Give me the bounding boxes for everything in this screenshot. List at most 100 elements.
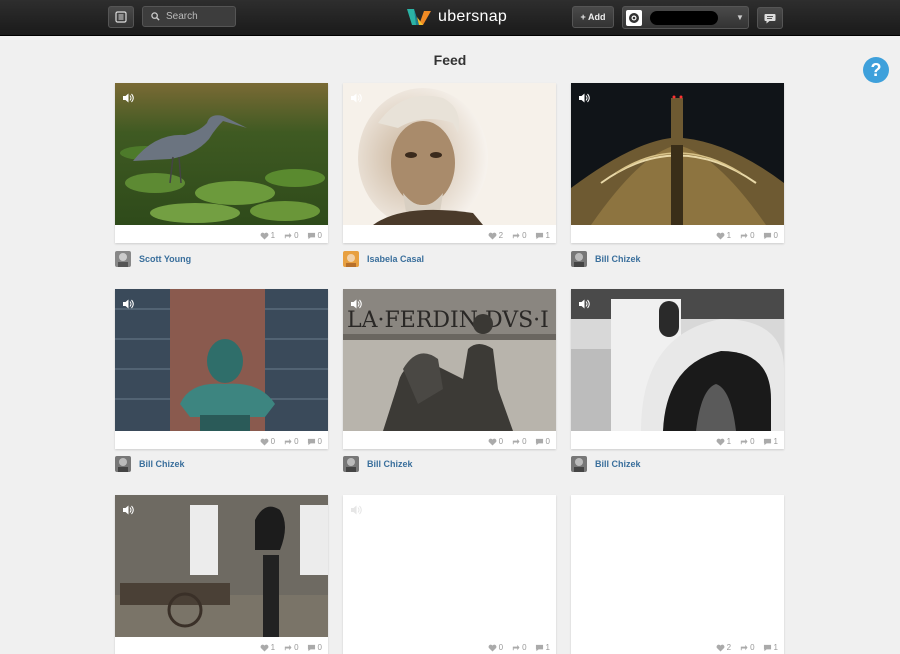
comment-count[interactable]: 0 bbox=[307, 231, 322, 240]
repost-icon bbox=[284, 438, 292, 444]
feed-card[interactable]: 0 0 0 bbox=[115, 289, 328, 449]
comment-icon bbox=[307, 438, 315, 445]
author-name[interactable]: Scott Young bbox=[139, 254, 191, 264]
like-count[interactable]: 0 bbox=[260, 437, 275, 446]
feed-card[interactable]: 2 0 1 bbox=[571, 495, 784, 654]
share-count[interactable]: 0 bbox=[739, 437, 755, 446]
sound-icon[interactable] bbox=[122, 298, 134, 310]
share-count[interactable]: 0 bbox=[739, 643, 755, 652]
share-count[interactable]: 0 bbox=[511, 231, 527, 240]
share-count[interactable]: 0 bbox=[283, 643, 299, 652]
author-name[interactable]: Isabela Casal bbox=[367, 254, 424, 264]
search-box[interactable] bbox=[142, 6, 236, 27]
feed-card[interactable]: LA·FERDIN DVS·I 0 0 0 bbox=[343, 289, 556, 449]
heart-icon bbox=[488, 438, 497, 446]
search-input[interactable] bbox=[166, 11, 232, 22]
feed-card[interactable]: 1 0 0 bbox=[571, 83, 784, 243]
author-name[interactable]: Bill Chizek bbox=[139, 459, 185, 469]
avatar[interactable] bbox=[115, 251, 131, 267]
author-row[interactable]: Bill Chizek bbox=[571, 251, 641, 267]
add-button[interactable]: + Add bbox=[572, 6, 614, 28]
list-icon bbox=[115, 11, 127, 23]
card-stats: 0 0 0 bbox=[488, 437, 550, 446]
author-row[interactable]: Bill Chizek bbox=[571, 456, 641, 472]
feed-card[interactable]: 2 0 1 bbox=[343, 83, 556, 243]
card-stats: 1 0 0 bbox=[260, 643, 322, 652]
svg-text:LA·FERDIN DVS·I: LA·FERDIN DVS·I bbox=[347, 308, 549, 333]
photo-bust-statue[interactable] bbox=[115, 289, 328, 431]
account-dropdown[interactable]: ▼ bbox=[622, 6, 749, 29]
heart-icon bbox=[716, 232, 725, 240]
feed-card[interactable]: 1 0 0 bbox=[115, 495, 328, 654]
author-name[interactable]: Bill Chizek bbox=[595, 254, 641, 264]
share-count[interactable]: 0 bbox=[739, 231, 755, 240]
like-count[interactable]: 1 bbox=[716, 231, 731, 240]
photo-loading[interactable] bbox=[343, 495, 556, 637]
like-count[interactable]: 1 bbox=[260, 643, 275, 652]
feed-card[interactable]: 1 0 1 bbox=[571, 289, 784, 449]
comment-count[interactable]: 0 bbox=[307, 437, 322, 446]
comment-icon bbox=[763, 232, 771, 239]
comment-icon bbox=[535, 644, 543, 651]
card-stats: 1 0 1 bbox=[716, 437, 778, 446]
comment-count[interactable]: 1 bbox=[763, 437, 778, 446]
photo-equestrian-statue[interactable]: LA·FERDIN DVS·I bbox=[343, 289, 556, 431]
photo-tower-night[interactable] bbox=[571, 83, 784, 225]
sound-icon[interactable] bbox=[122, 504, 134, 516]
menu-button[interactable] bbox=[108, 6, 134, 28]
comment-count[interactable]: 1 bbox=[763, 643, 778, 652]
share-count[interactable]: 0 bbox=[511, 437, 527, 446]
like-count[interactable]: 1 bbox=[716, 437, 731, 446]
sound-icon[interactable] bbox=[350, 298, 362, 310]
heart-icon bbox=[260, 438, 269, 446]
logo[interactable]: ubersnap bbox=[406, 6, 507, 28]
search-icon bbox=[151, 12, 160, 21]
author-row[interactable]: Scott Young bbox=[115, 251, 191, 267]
author-row[interactable]: Bill Chizek bbox=[115, 456, 185, 472]
sound-icon[interactable] bbox=[350, 92, 362, 104]
avatar[interactable] bbox=[343, 251, 359, 267]
comment-count[interactable]: 0 bbox=[535, 437, 550, 446]
like-count[interactable]: 2 bbox=[716, 643, 731, 652]
comment-count[interactable]: 0 bbox=[763, 231, 778, 240]
chat-icon bbox=[764, 14, 776, 24]
photo-horse-post[interactable] bbox=[115, 495, 328, 637]
sound-icon[interactable] bbox=[122, 92, 134, 104]
photo-loading[interactable] bbox=[571, 495, 784, 637]
heart-icon bbox=[260, 644, 269, 652]
comment-count[interactable]: 0 bbox=[307, 643, 322, 652]
avatar[interactable] bbox=[571, 456, 587, 472]
account-avatar bbox=[626, 9, 642, 26]
avatar[interactable] bbox=[343, 456, 359, 472]
heart-icon bbox=[260, 232, 269, 240]
feed-card[interactable]: 1 0 0 bbox=[115, 83, 328, 243]
comment-icon bbox=[763, 644, 771, 651]
photo-heron[interactable] bbox=[115, 83, 328, 225]
sound-icon[interactable] bbox=[578, 298, 590, 310]
comment-count[interactable]: 1 bbox=[535, 231, 550, 240]
author-row[interactable]: Isabela Casal bbox=[343, 251, 424, 267]
share-count[interactable]: 0 bbox=[283, 231, 299, 240]
like-count[interactable]: 0 bbox=[488, 437, 503, 446]
share-count[interactable]: 0 bbox=[283, 437, 299, 446]
messages-button[interactable] bbox=[757, 7, 783, 29]
repost-icon bbox=[512, 438, 520, 444]
avatar[interactable] bbox=[115, 456, 131, 472]
comment-count[interactable]: 1 bbox=[535, 643, 550, 652]
like-count[interactable]: 2 bbox=[488, 231, 503, 240]
photo-bell-arch[interactable] bbox=[571, 289, 784, 431]
heart-icon bbox=[488, 644, 497, 652]
photo-portrait[interactable] bbox=[343, 83, 556, 225]
like-count[interactable]: 0 bbox=[488, 643, 503, 652]
feed-card[interactable]: 0 0 1 bbox=[343, 495, 556, 654]
author-name[interactable]: Bill Chizek bbox=[595, 459, 641, 469]
sound-icon[interactable] bbox=[350, 504, 362, 516]
card-stats: 1 0 0 bbox=[716, 231, 778, 240]
sound-icon[interactable] bbox=[578, 92, 590, 104]
share-count[interactable]: 0 bbox=[511, 643, 527, 652]
camera-icon bbox=[629, 12, 639, 23]
author-name[interactable]: Bill Chizek bbox=[367, 459, 413, 469]
author-row[interactable]: Bill Chizek bbox=[343, 456, 413, 472]
avatar[interactable] bbox=[571, 251, 587, 267]
like-count[interactable]: 1 bbox=[260, 231, 275, 240]
